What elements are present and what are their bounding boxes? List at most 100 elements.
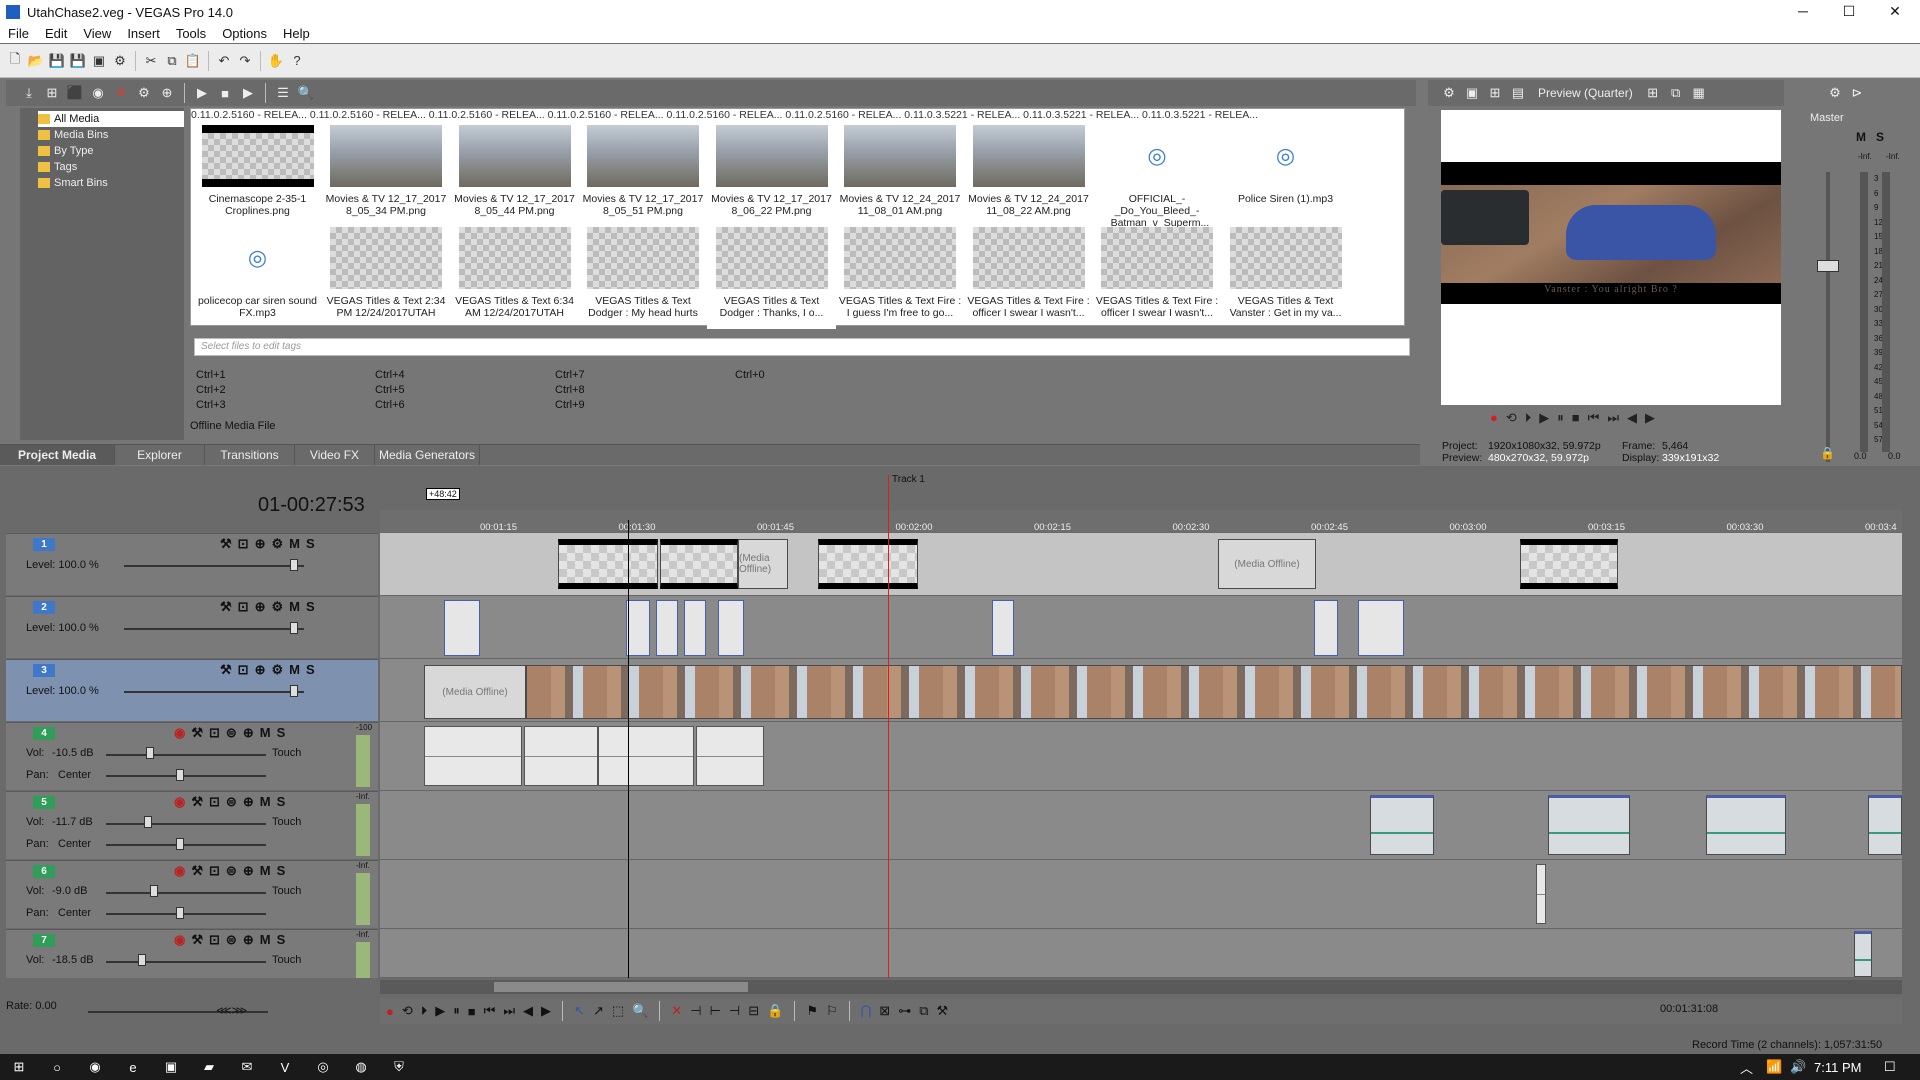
maximize-button[interactable]: ☐ [1826, 0, 1872, 24]
properties-icon[interactable]: ⚙ [111, 52, 129, 70]
preview-quality-icon[interactable]: ▤ [1509, 84, 1527, 102]
track-fx-icon[interactable]: ⚒ [220, 662, 232, 678]
arm-record-icon[interactable]: ◉ [174, 725, 185, 741]
mute-button[interactable]: M [260, 794, 271, 810]
split-screen-icon[interactable]: ⊞ [1486, 84, 1504, 102]
volume-slider[interactable] [106, 823, 266, 825]
volume-slider[interactable] [106, 892, 266, 894]
solo-button[interactable]: S [277, 725, 286, 741]
level-slider[interactable] [124, 628, 304, 630]
media-thumbnail[interactable]: policecop car siren sound FX.mp3 [195, 227, 320, 327]
loop-icon[interactable]: ⟲ [1506, 410, 1517, 426]
insert-region-icon[interactable]: ⚐ [826, 1003, 838, 1019]
media-thumbnail[interactable]: Movies & TV 12_17_2017 8_05_34 PM.png [324, 125, 449, 225]
media-thumbnail[interactable]: OFFICIAL_-_Do_You_Bleed_-_Batman_v_Super… [1095, 125, 1220, 229]
tree-smart-bins[interactable]: Smart Bins [38, 175, 184, 191]
prev-frame-icon[interactable]: ◀ [523, 1003, 533, 1019]
tab-media-generators[interactable]: Media Generators [375, 445, 480, 465]
tab-project-media[interactable]: Project Media [0, 445, 115, 465]
automation-icon[interactable]: ⊡ [209, 863, 220, 879]
mute-button[interactable]: M [260, 863, 271, 879]
auto-crossfade-icon[interactable]: ⊠ [879, 1003, 890, 1019]
volume-slider[interactable] [106, 961, 266, 963]
composite-icon[interactable]: ⊕ [255, 662, 266, 678]
minimize-button[interactable]: ─ [1780, 0, 1826, 24]
save-icon[interactable]: 💾 [48, 52, 66, 70]
rate-knob[interactable]: ⋘⋙ [216, 1004, 247, 1017]
level-slider[interactable] [124, 691, 304, 693]
help-icon[interactable]: ? [288, 52, 306, 70]
get-media-icon[interactable]: ⬛ [66, 84, 84, 102]
record-icon[interactable]: ● [386, 1004, 394, 1019]
automation-icon[interactable]: ⊡ [209, 794, 220, 810]
tray-chevron-icon[interactable]: ︿ [1740, 1058, 1753, 1077]
trim-icon[interactable]: ⊣ [690, 1003, 701, 1019]
pan-knob[interactable] [176, 907, 184, 919]
action-center-icon[interactable]: ☐ [1884, 1059, 1896, 1075]
event-fx-icon[interactable]: ⚒ [937, 1003, 949, 1019]
audio-track-header-6[interactable]: 6 ◉ ⚒ ⊡ ⊜ ⊕ M S Vol: -9.0 dB Touch Pan: Center… [6, 860, 378, 928]
master-solo-button[interactable]: S [1876, 130, 1884, 144]
media-thumbnail[interactable]: Movies & TV 12_24_2017 11_08_22 AM.png [966, 125, 1091, 225]
tree-by-type[interactable]: By Type [38, 143, 184, 159]
steam-icon[interactable]: ◎ [304, 1059, 342, 1075]
solo-button[interactable]: S [277, 932, 286, 948]
track-settings-icon[interactable]: ⚙ [271, 662, 283, 678]
pan-slider[interactable] [106, 775, 266, 777]
record-icon[interactable]: ● [1490, 410, 1498, 426]
offline-event[interactable]: (Media Offline) [738, 539, 788, 589]
track-fx-icon[interactable]: ⚒ [191, 794, 203, 810]
whats-this-icon[interactable]: ✋ [267, 52, 285, 70]
overlays-icon[interactable]: ⊞ [1644, 84, 1662, 102]
title-event[interactable] [626, 600, 650, 656]
views-icon[interactable]: ☰ [274, 84, 292, 102]
selection-tool-icon[interactable]: ⬚ [612, 1003, 624, 1019]
track-fx-icon[interactable]: ⚒ [220, 599, 232, 615]
pan-slider[interactable] [106, 844, 266, 846]
marker-line[interactable] [888, 475, 889, 978]
zoom-tool-icon[interactable]: 🔍 [632, 1003, 648, 1019]
pause-icon[interactable]: ⏸ [453, 1003, 460, 1019]
media-thumbnail[interactable]: VEGAS Titles & Text Fire : officer I swe… [1095, 227, 1220, 327]
track-fx-icon[interactable]: ⚒ [191, 932, 203, 948]
video-track-header-3[interactable]: 3 ⚒ ⊡ ⊕ ⚙ M S Level: 100.0 % [6, 659, 378, 721]
mute-button[interactable]: M [289, 662, 300, 678]
explorer-icon[interactable]: ▰ [190, 1059, 228, 1075]
preview-properties-icon[interactable]: ⚙ [1440, 84, 1458, 102]
store-icon[interactable]: ▣ [152, 1059, 190, 1075]
pan-knob[interactable] [176, 838, 184, 850]
pan-crop-icon[interactable]: ⊡ [238, 599, 249, 615]
tags-input[interactable]: Select files to edit tags [194, 338, 1410, 356]
audio-event[interactable] [1536, 864, 1546, 924]
menu-insert[interactable]: Insert [119, 26, 168, 41]
title-event[interactable] [656, 600, 678, 656]
title-event[interactable] [1314, 600, 1338, 656]
video-events-strip[interactable] [526, 665, 1902, 719]
track-fx-icon[interactable]: ⚒ [191, 725, 203, 741]
save-as-icon[interactable]: 💾 [69, 52, 87, 70]
delete-icon[interactable]: ✕ [671, 1003, 682, 1019]
track-settings-icon[interactable]: ⊕ [243, 932, 254, 948]
invert-phase-icon[interactable]: ⊜ [226, 794, 237, 810]
ripple-edit-icon[interactable]: ⊶ [898, 1003, 911, 1019]
audio-track-header-4[interactable]: 4 ◉ ⚒ ⊡ ⊜ ⊕ M S Vol: -10.5 dB Touch Pan: Cente… [6, 722, 378, 790]
burn-icon[interactable]: ◉ [89, 84, 107, 102]
stop-icon[interactable]: ■ [468, 1004, 476, 1019]
media-thumbnail[interactable]: VEGAS Titles & Text 6:34 AM 12/24/2017UT… [452, 227, 577, 327]
media-thumbnail[interactable]: VEGAS Titles & Text 2:34 PM 12/24/2017UT… [324, 227, 449, 327]
track-settings-icon[interactable]: ⊕ [243, 863, 254, 879]
tab-explorer[interactable]: Explorer [115, 445, 205, 465]
import-media-icon[interactable]: ⤓ [20, 84, 38, 102]
video-event[interactable] [1520, 539, 1618, 589]
video-event[interactable] [818, 539, 918, 589]
level-knob[interactable] [290, 559, 298, 571]
volume-slider[interactable] [106, 754, 266, 756]
mail-icon[interactable]: ✉ [228, 1059, 266, 1075]
title-event[interactable] [992, 600, 1014, 656]
audio-event[interactable] [696, 726, 764, 786]
paste-icon[interactable]: 📋 [184, 52, 202, 70]
pan-crop-icon[interactable]: ⊡ [238, 662, 249, 678]
solo-button[interactable]: S [306, 662, 315, 678]
automation-mode[interactable]: Touch [272, 816, 301, 828]
next-frame-icon[interactable]: ▶ [541, 1003, 551, 1019]
